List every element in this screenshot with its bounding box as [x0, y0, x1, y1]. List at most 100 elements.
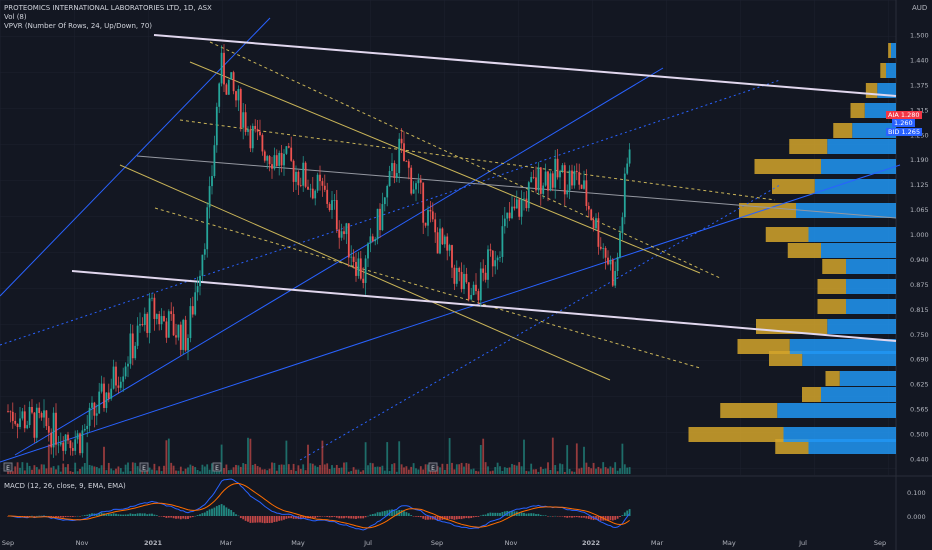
candle-body[interactable]	[43, 410, 45, 418]
candle-body[interactable]	[383, 197, 386, 205]
candle-body[interactable]	[199, 275, 201, 287]
candle-body[interactable]	[535, 177, 537, 191]
candle-body[interactable]	[451, 245, 453, 268]
candle-body[interactable]	[417, 180, 420, 184]
candle-body[interactable]	[40, 413, 43, 418]
candle-body[interactable]	[182, 319, 185, 350]
candle-body[interactable]	[614, 270, 617, 286]
candle-body[interactable]	[35, 407, 38, 438]
candle-body[interactable]	[263, 151, 266, 161]
candle-body[interactable]	[623, 173, 626, 218]
candle-body[interactable]	[460, 271, 463, 290]
candle-body[interactable]	[309, 188, 312, 190]
candle-body[interactable]	[215, 106, 218, 146]
candle-body[interactable]	[227, 79, 230, 95]
candle-body[interactable]	[350, 256, 353, 258]
candle-body[interactable]	[55, 412, 57, 445]
candle-body[interactable]	[283, 153, 285, 166]
candle-body[interactable]	[242, 112, 245, 128]
candle-body[interactable]	[475, 284, 477, 292]
candle-body[interactable]	[532, 176, 535, 178]
candle-body[interactable]	[602, 248, 605, 249]
candle-body[interactable]	[9, 411, 12, 413]
candle-body[interactable]	[395, 173, 398, 178]
candle-body[interactable]	[131, 333, 134, 359]
candle-body[interactable]	[333, 200, 336, 201]
candle-body[interactable]	[71, 448, 74, 451]
candle-body[interactable]	[518, 199, 521, 217]
candle-body[interactable]	[335, 200, 338, 230]
candle-body[interactable]	[266, 156, 269, 161]
candle-body[interactable]	[484, 272, 487, 280]
candle-body[interactable]	[321, 181, 324, 186]
candle-body[interactable]	[571, 170, 573, 186]
candle-body[interactable]	[352, 256, 355, 262]
candle-body[interactable]	[376, 208, 379, 240]
candle-body[interactable]	[208, 186, 211, 208]
candle-body[interactable]	[290, 147, 293, 161]
candle-body[interactable]	[76, 433, 79, 440]
candle-body[interactable]	[398, 138, 401, 174]
candle-body[interactable]	[28, 407, 31, 426]
candle-body[interactable]	[172, 314, 175, 336]
candle-body[interactable]	[403, 143, 405, 162]
candle-body[interactable]	[194, 292, 197, 315]
candle-body[interactable]	[587, 205, 590, 210]
candle-body[interactable]	[391, 163, 393, 172]
candle-body[interactable]	[160, 316, 163, 325]
candle-body[interactable]	[340, 231, 343, 238]
candle-body[interactable]	[26, 425, 29, 429]
candle-body[interactable]	[499, 256, 501, 258]
price-chart[interactable]: 0.100 0.000 Sep Nov 2021 Mar May Jul Sep Nov 2022…	[0, 0, 932, 550]
candle-body[interactable]	[155, 314, 158, 319]
candle-body[interactable]	[141, 324, 144, 326]
candle-body[interactable]	[556, 158, 559, 178]
candle-body[interactable]	[103, 383, 105, 408]
candle-body[interactable]	[323, 185, 326, 190]
candle-body[interactable]	[139, 324, 141, 326]
candle-body[interactable]	[453, 267, 456, 284]
candle-body[interactable]	[218, 83, 221, 107]
candle-body[interactable]	[105, 392, 108, 408]
candle-body[interactable]	[11, 411, 14, 421]
candle-body[interactable]	[100, 383, 103, 392]
candle-body[interactable]	[477, 291, 480, 301]
candle-body[interactable]	[590, 209, 593, 221]
candle-body[interactable]	[45, 410, 48, 427]
candle-body[interactable]	[187, 338, 189, 351]
candle-body[interactable]	[619, 232, 621, 258]
candle-body[interactable]	[547, 171, 549, 191]
candle-body[interactable]	[429, 209, 432, 212]
candle-body[interactable]	[74, 439, 77, 451]
candle-body[interactable]	[578, 172, 581, 185]
candle-body[interactable]	[167, 311, 170, 338]
candle-body[interactable]	[280, 152, 283, 166]
candle-body[interactable]	[470, 294, 473, 300]
candle-body[interactable]	[580, 184, 583, 189]
candle-body[interactable]	[213, 145, 216, 177]
candle-body[interactable]	[7, 411, 9, 412]
candle-body[interactable]	[338, 229, 341, 238]
candle-body[interactable]	[119, 381, 122, 388]
candle-body[interactable]	[21, 411, 24, 419]
candle-body[interactable]	[561, 165, 564, 172]
candle-body[interactable]	[525, 198, 528, 209]
candle-body[interactable]	[179, 324, 182, 350]
candle-body[interactable]	[223, 52, 225, 85]
candle-body[interactable]	[511, 206, 513, 219]
candle-body[interactable]	[211, 176, 213, 187]
candle-body[interactable]	[371, 236, 374, 242]
candle-body[interactable]	[295, 171, 297, 182]
candle-body[interactable]	[331, 200, 333, 211]
candle-body[interactable]	[405, 161, 408, 162]
candle-body[interactable]	[316, 174, 319, 191]
candle-body[interactable]	[527, 182, 530, 209]
candle-body[interactable]	[604, 248, 607, 258]
candle-body[interactable]	[467, 282, 470, 300]
candle-body[interactable]	[177, 324, 180, 338]
candle-body[interactable]	[201, 254, 204, 276]
candle-body[interactable]	[388, 171, 391, 186]
candle-body[interactable]	[81, 430, 84, 454]
candle-body[interactable]	[292, 160, 295, 182]
candle-body[interactable]	[441, 228, 444, 245]
